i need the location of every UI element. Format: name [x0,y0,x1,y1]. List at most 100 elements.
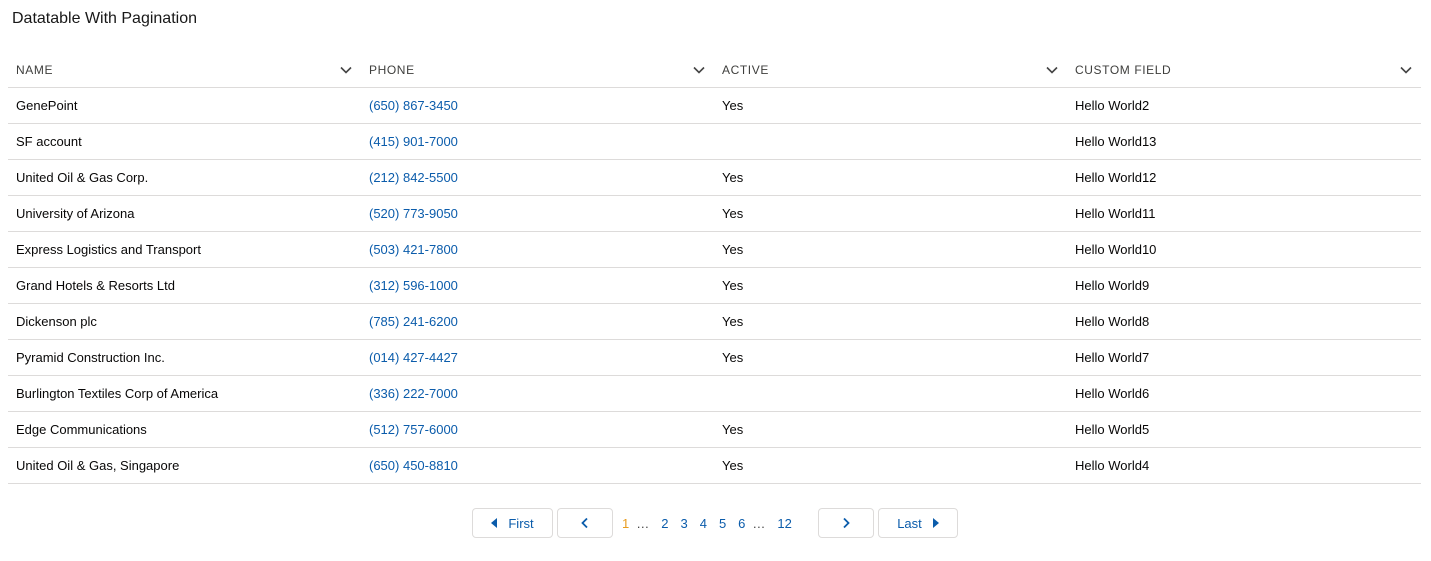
cell-phone: (415) 901-7000 [361,123,714,160]
caret-right-icon [932,518,939,528]
first-page-label: First [508,515,534,531]
column-header-label: ACTIVE [722,62,769,77]
cell-custom-field: Hello World8 [1067,303,1421,340]
phone-link[interactable]: (503) 421-7800 [369,242,458,257]
page-link-4[interactable]: 4 [700,516,707,531]
column-header-name[interactable]: NAME [8,52,361,88]
phone-link[interactable]: (650) 450-8810 [369,458,458,473]
cell-active: Yes [714,195,1067,232]
pagination: First 1 … 2 3 4 5 6 … 12 Last [472,507,958,539]
accounts-table: NAME PHONE ACTIVE CUSTOM FIELD GenePoint… [8,52,1421,484]
column-header-custom-field[interactable]: CUSTOM FIELD [1067,52,1421,88]
cell-custom-field: Hello World10 [1067,231,1421,268]
page-link-3[interactable]: 3 [680,516,687,531]
cell-name: Burlington Textiles Corp of America [8,375,361,412]
cell-name: Edge Communications [8,411,361,448]
page-link-1[interactable]: 1 [622,516,629,531]
datatable: NAME PHONE ACTIVE CUSTOM FIELD GenePoint… [8,52,1421,484]
cell-name: Pyramid Construction Inc. [8,339,361,376]
previous-page-button[interactable] [557,508,613,538]
table-row: Pyramid Construction Inc. (014) 427-4427… [8,339,1421,376]
phone-link[interactable]: (650) 867-3450 [369,98,458,113]
chevron-down-icon[interactable] [1399,63,1413,77]
cell-phone: (503) 421-7800 [361,231,714,268]
table-row: GenePoint (650) 867-3450 Yes Hello World… [8,87,1421,124]
table-row: Dickenson plc (785) 241-6200 Yes Hello W… [8,303,1421,340]
card-title: Datatable With Pagination [12,10,197,27]
last-page-label: Last [897,515,922,531]
table-row: Grand Hotels & Resorts Ltd (312) 596-100… [8,267,1421,304]
cell-active: Yes [714,411,1067,448]
header-row: NAME PHONE ACTIVE CUSTOM FIELD [8,52,1421,88]
column-header-active[interactable]: ACTIVE [714,52,1067,88]
cell-custom-field: Hello World5 [1067,411,1421,448]
cell-custom-field: Hello World9 [1067,267,1421,304]
cell-phone: (520) 773-9050 [361,195,714,232]
cell-active: Yes [714,231,1067,268]
cell-custom-field: Hello World7 [1067,339,1421,376]
cell-name: Express Logistics and Transport [8,231,361,268]
page-ellipsis: … [636,515,650,531]
phone-link[interactable]: (014) 427-4427 [369,350,458,365]
cell-custom-field: Hello World2 [1067,87,1421,124]
cell-name: Grand Hotels & Resorts Ltd [8,267,361,304]
cell-name: University of Arizona [8,195,361,232]
table-row: SF account (415) 901-7000 Hello World13 [8,123,1421,160]
chevron-down-icon[interactable] [692,63,706,77]
page-link-2[interactable]: 2 [661,516,668,531]
cell-active: Yes [714,303,1067,340]
page-link-5[interactable]: 5 [719,516,726,531]
table-row: United Oil & Gas Corp. (212) 842-5500 Ye… [8,159,1421,196]
column-header-label: NAME [16,62,54,77]
chevron-down-icon[interactable] [1045,63,1059,77]
column-header-phone[interactable]: PHONE [361,52,714,88]
chevron-left-icon [581,517,588,529]
phone-link[interactable]: (785) 241-6200 [369,314,458,329]
cell-phone: (336) 222-7000 [361,375,714,412]
cell-name: United Oil & Gas Corp. [8,159,361,196]
last-page-button[interactable]: Last [878,508,958,538]
page-link-12[interactable]: 12 [777,516,791,531]
cell-name: SF account [8,123,361,160]
phone-link[interactable]: (336) 222-7000 [369,386,458,401]
table-row: Burlington Textiles Corp of America (336… [8,375,1421,412]
cell-custom-field: Hello World4 [1067,447,1421,484]
page-link-6[interactable]: 6 [738,516,745,531]
table-row: Express Logistics and Transport (503) 42… [8,231,1421,268]
cell-custom-field: Hello World6 [1067,375,1421,412]
cell-phone: (312) 596-1000 [361,267,714,304]
cell-active: Yes [714,159,1067,196]
cell-phone: (785) 241-6200 [361,303,714,340]
phone-link[interactable]: (520) 773-9050 [369,206,458,221]
phone-link[interactable]: (212) 842-5500 [369,170,458,185]
cell-phone: (212) 842-5500 [361,159,714,196]
cell-custom-field: Hello World12 [1067,159,1421,196]
table-row: United Oil & Gas, Singapore (650) 450-88… [8,447,1421,484]
cell-custom-field: Hello World11 [1067,195,1421,232]
cell-name: GenePoint [8,87,361,124]
cell-active: Yes [714,447,1067,484]
cell-active [714,123,1067,160]
chevron-down-icon[interactable] [339,63,353,77]
page-ellipsis: … [752,515,766,531]
next-page-button[interactable] [818,508,874,538]
cell-custom-field: Hello World13 [1067,123,1421,160]
phone-link[interactable]: (512) 757-6000 [369,422,458,437]
cell-active: Yes [714,339,1067,376]
first-page-button[interactable]: First [472,508,553,538]
table-row: University of Arizona (520) 773-9050 Yes… [8,195,1421,232]
cell-active: Yes [714,87,1067,124]
cell-phone: (650) 450-8810 [361,447,714,484]
cell-phone: (512) 757-6000 [361,411,714,448]
column-header-label: CUSTOM FIELD [1075,62,1172,77]
table-row: Edge Communications (512) 757-6000 Yes H… [8,411,1421,448]
page-numbers: 1 … 2 3 4 5 6 … 12 [622,516,810,531]
caret-left-icon [491,518,498,528]
cell-name: Dickenson plc [8,303,361,340]
cell-active [714,375,1067,412]
chevron-right-icon [843,517,850,529]
cell-phone: (650) 867-3450 [361,87,714,124]
phone-link[interactable]: (415) 901-7000 [369,134,458,149]
phone-link[interactable]: (312) 596-1000 [369,278,458,293]
cell-active: Yes [714,267,1067,304]
